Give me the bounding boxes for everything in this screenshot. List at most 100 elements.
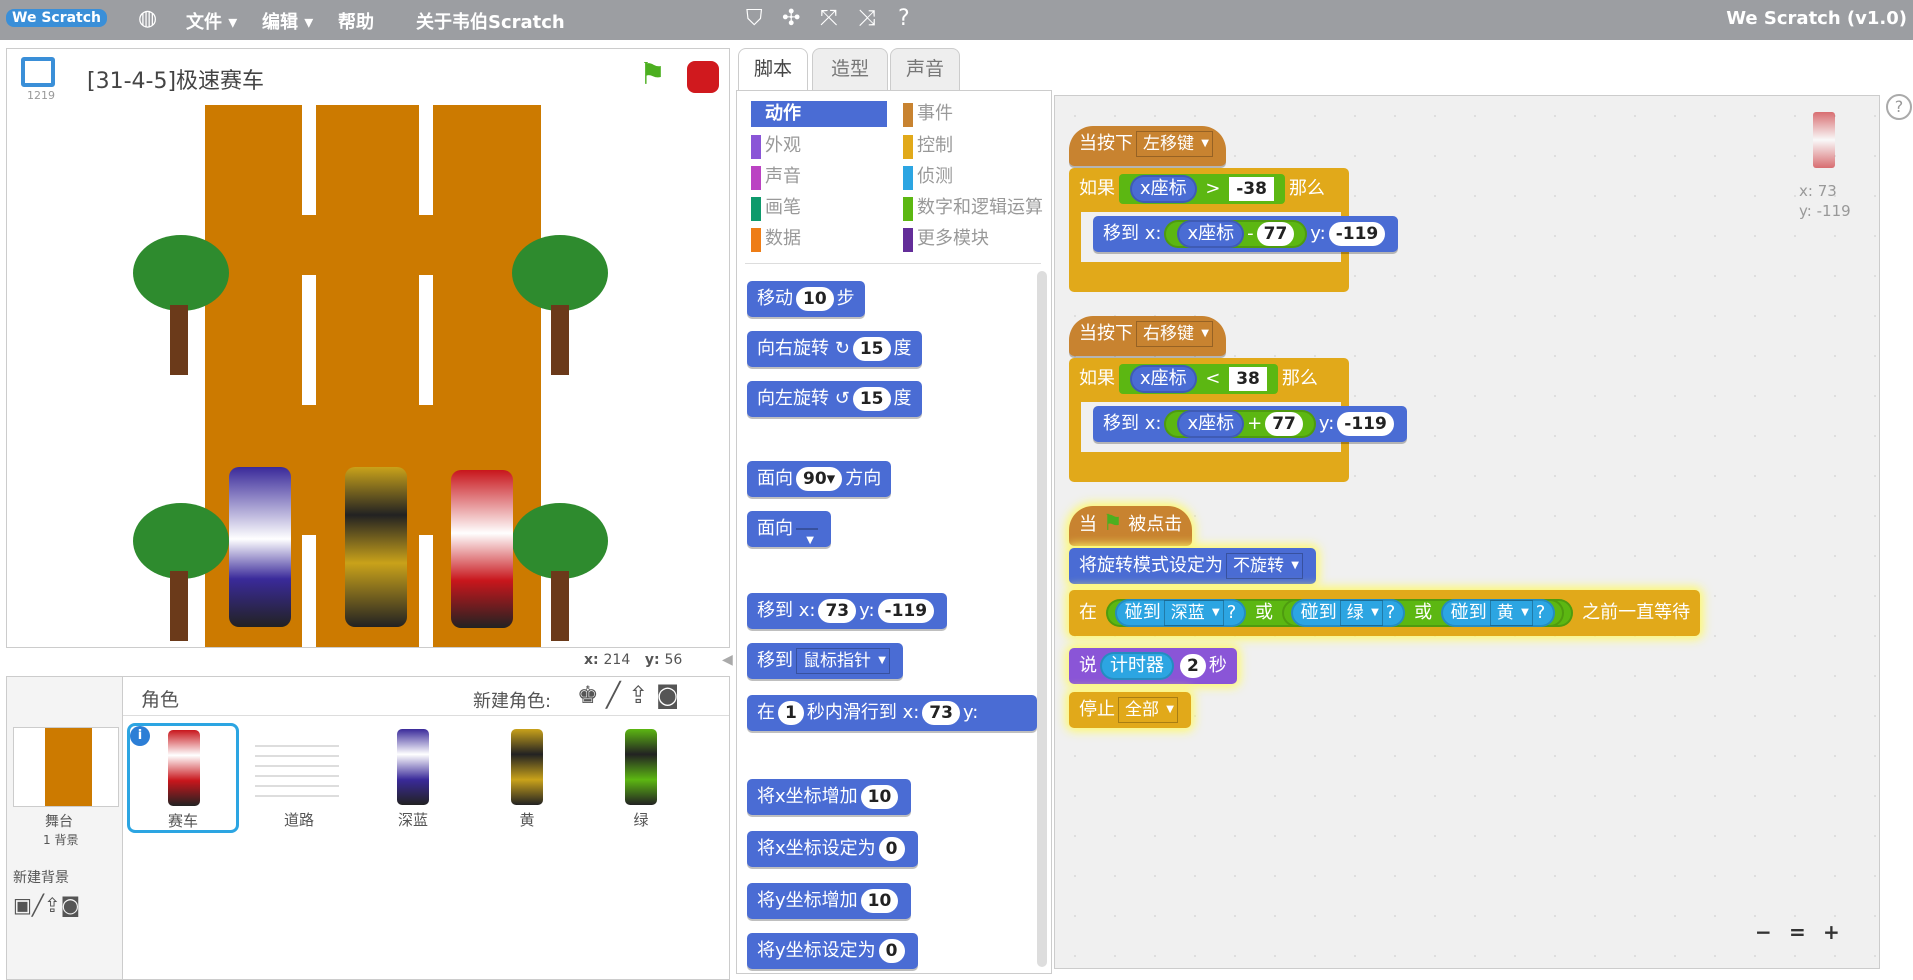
category-control[interactable]: 控制 xyxy=(903,133,953,159)
touching-block[interactable]: 碰到绿? xyxy=(1290,599,1406,627)
x-input[interactable]: 73 xyxy=(818,599,857,623)
block-glide[interactable]: 在 1 秒内滑行到 x: 73 y: xyxy=(747,695,1037,731)
x-position-reporter[interactable]: x座标 xyxy=(1177,220,1245,248)
subtract-operator[interactable]: x座标 -77 xyxy=(1164,220,1308,248)
category-events[interactable]: 事件 xyxy=(903,101,953,127)
category-more-blocks[interactable]: 更多模块 xyxy=(903,226,989,252)
add-operator[interactable]: x座标 +77 xyxy=(1164,410,1316,438)
touching-dropdown[interactable]: 深蓝 xyxy=(1163,600,1224,626)
choose-sprite-icon[interactable]: ♚ xyxy=(577,681,599,709)
x-position-reporter[interactable]: x座标 xyxy=(1130,175,1197,203)
menu-file[interactable]: 文件 ▾ xyxy=(186,8,237,34)
project-title[interactable]: [31-4-5]极速赛车 xyxy=(87,63,264,95)
timer-reporter[interactable]: 计时器 xyxy=(1100,652,1174,680)
stop-dropdown[interactable]: 全部 xyxy=(1118,697,1178,723)
block-turn-left[interactable]: 向左旋转 ↺ 15 度 xyxy=(747,381,922,417)
block-change-y[interactable]: 将y坐标增加 10 xyxy=(747,883,912,919)
degrees-input[interactable]: 15 xyxy=(852,337,891,361)
yellow-car-sprite[interactable] xyxy=(345,467,407,627)
touching-dropdown[interactable]: 绿 xyxy=(1339,600,1383,626)
stop-sign-icon[interactable] xyxy=(687,61,719,93)
menu-help[interactable]: 帮助 xyxy=(338,8,374,34)
zoom-in-icon[interactable]: + xyxy=(1823,920,1840,944)
secs-input[interactable]: 2 xyxy=(1180,654,1206,678)
block-goto-xy[interactable]: 移到 x: 73 y: -119 xyxy=(747,593,948,629)
paint-sprite-icon[interactable]: ╱ xyxy=(606,681,620,709)
camera-icon[interactable]: ◙ xyxy=(61,893,80,917)
category-looks[interactable]: 外观 xyxy=(751,133,801,159)
palette-scrollbar[interactable] xyxy=(1037,271,1047,967)
set-y-input[interactable]: 0 xyxy=(878,939,905,963)
x-input[interactable]: 73 xyxy=(922,701,960,725)
block-stop[interactable]: 停止 全部 xyxy=(1069,692,1191,728)
goto-dropdown[interactable]: 鼠标指针 xyxy=(796,648,890,674)
y-input[interactable]: -119 xyxy=(1328,222,1386,246)
block-point-towards[interactable]: 面向 xyxy=(747,511,831,553)
zoom-out-icon[interactable]: − xyxy=(1755,920,1772,944)
block-when-key-pressed[interactable]: 当按下 右移键 xyxy=(1069,316,1226,356)
or-operator[interactable]: 碰到绿? 或 碰到黄? xyxy=(1281,599,1565,627)
stage-canvas[interactable] xyxy=(7,105,729,647)
sprite-item-green[interactable]: 绿 xyxy=(585,723,697,833)
block-goto-xy[interactable]: 移到 x: x座标 -77 y: -119 xyxy=(1093,216,1399,252)
fullscreen-icon[interactable] xyxy=(21,57,55,87)
block-set-x[interactable]: 将x坐标设定为 0 xyxy=(747,831,918,867)
zoom-reset-icon[interactable]: = xyxy=(1789,920,1806,944)
upload-sprite-icon[interactable]: ⇪ xyxy=(628,681,648,709)
draw-icon[interactable]: ╱ xyxy=(32,893,44,917)
upload-icon[interactable]: ⇪ xyxy=(44,893,61,917)
stage-thumbnail[interactable] xyxy=(13,727,119,807)
block-change-x[interactable]: 将x坐标增加 10 xyxy=(747,779,912,815)
towards-dropdown[interactable] xyxy=(796,528,818,553)
change-x-input[interactable]: 10 xyxy=(860,785,899,809)
set-x-input[interactable]: 0 xyxy=(878,837,905,861)
green-flag-icon[interactable]: ⚑ xyxy=(639,57,666,92)
category-data[interactable]: 数据 xyxy=(751,226,801,252)
block-goto[interactable]: 移到 鼠标指针 xyxy=(747,643,903,679)
sprite-item-road[interactable]: 道路 xyxy=(243,723,355,833)
block-point-direction[interactable]: 面向 90▾ 方向 xyxy=(747,461,892,497)
scripts-area[interactable]: 当按下左移键 如果x座标 > -38那么 移到 x:x座标-77y:-119 当… xyxy=(1054,95,1880,969)
category-operators[interactable]: 数字和逻辑运算 xyxy=(903,195,1043,221)
menu-edit[interactable]: 编辑 ▾ xyxy=(262,8,313,34)
greater-than-operator[interactable]: x座标 > -38 xyxy=(1119,174,1285,204)
block-set-y[interactable]: 将y坐标设定为 0 xyxy=(747,933,918,969)
x-position-reporter[interactable]: x座标 xyxy=(1177,410,1245,438)
block-move-steps[interactable]: 移动 10 步 xyxy=(747,281,865,317)
key-dropdown[interactable]: 左移键 xyxy=(1136,131,1213,157)
block-goto-xy[interactable]: 移到 x: x座标 +77 y: -119 xyxy=(1093,406,1407,442)
category-sound[interactable]: 声音 xyxy=(751,164,801,190)
info-icon[interactable]: i xyxy=(130,726,150,746)
y-input[interactable]: -119 xyxy=(1337,412,1394,436)
grow-icon[interactable]: ⤧ xyxy=(820,6,838,31)
tab-costumes[interactable]: 造型 xyxy=(812,48,888,90)
block-say-for-secs[interactable]: 说计时器 2 秒 xyxy=(1069,648,1237,684)
rotation-dropdown[interactable]: 不旋转 xyxy=(1226,553,1303,579)
sprite-item-darkblue[interactable]: 深蓝 xyxy=(357,723,469,833)
change-y-input[interactable]: 10 xyxy=(860,889,899,913)
number-input[interactable]: 77 xyxy=(1265,412,1303,436)
globe-icon[interactable]: ◍ xyxy=(138,6,157,31)
duplicate-stamp-icon[interactable]: ⛉ xyxy=(746,6,763,31)
tab-scripts[interactable]: 脚本 xyxy=(738,48,808,90)
degrees-input[interactable]: 15 xyxy=(852,387,891,411)
block-when-key-pressed[interactable]: 当按下 左移键 xyxy=(1069,126,1226,166)
touching-dropdown[interactable]: 黄 xyxy=(1489,600,1533,626)
delete-scissors-icon[interactable]: ✣ xyxy=(782,6,800,31)
tab-sounds[interactable]: 声音 xyxy=(890,48,960,90)
block-set-rotation-style[interactable]: 将旋转模式设定为 不旋转 xyxy=(1069,548,1316,584)
steps-input[interactable]: 10 xyxy=(796,287,834,311)
secs-input[interactable]: 1 xyxy=(778,701,804,725)
block-wait-until[interactable]: 在 碰到深蓝? 或 碰到绿? 或 碰到黄? 之前一直等待 xyxy=(1069,590,1701,636)
or-operator[interactable]: 碰到深蓝? 或 碰到绿? 或 碰到黄? xyxy=(1105,599,1574,627)
sprite-item-yellow[interactable]: 黄 xyxy=(471,723,583,833)
less-than-operator[interactable]: x座标 < 38 xyxy=(1119,364,1278,394)
compare-input[interactable]: -38 xyxy=(1229,177,1274,201)
block-turn-right[interactable]: 向右旋转 ↻ 15 度 xyxy=(747,331,922,367)
block-when-flag-clicked[interactable]: 当 ⚑ 被点击 xyxy=(1069,506,1193,546)
compare-input[interactable]: 38 xyxy=(1229,367,1267,391)
key-dropdown[interactable]: 右移键 xyxy=(1136,321,1213,347)
sprite-item-racecar[interactable]: i 赛车 xyxy=(127,723,239,833)
collapse-stage-icon[interactable]: ◀ xyxy=(722,652,733,668)
touching-block[interactable]: 碰到黄? xyxy=(1440,599,1556,627)
